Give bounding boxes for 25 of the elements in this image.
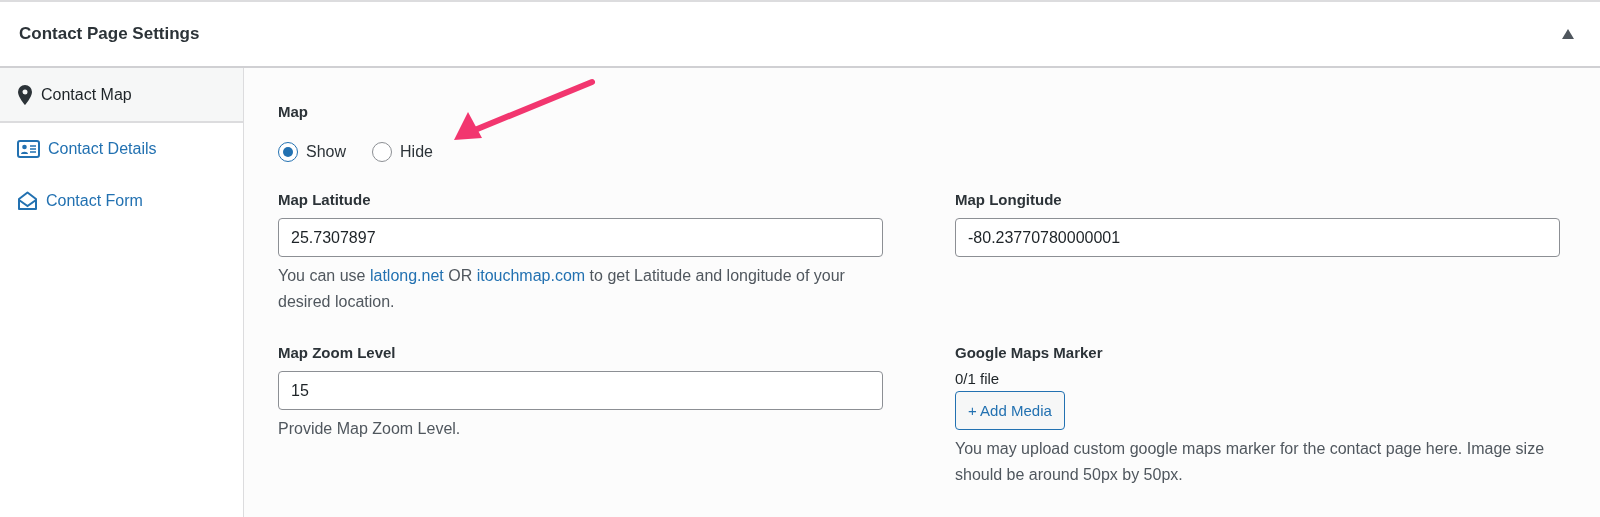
add-media-button[interactable]: + Add Media — [955, 391, 1065, 430]
panel-title: Contact Page Settings — [19, 24, 200, 44]
field-label: Map — [278, 102, 309, 122]
map-pin-icon — [17, 84, 33, 105]
field-label: Map Latitude — [278, 190, 372, 210]
link[interactable]: latlong.net — [369, 267, 444, 284]
field-label: Google Maps Marker — [955, 343, 1104, 363]
collapse-icon[interactable] — [1562, 29, 1574, 39]
sidebar-tab[interactable]: Contact Map — [0, 68, 243, 123]
help-text: You can use latlong.net OR itouchmap.com to get Latitude and longitude of your desired location. — [278, 266, 846, 312]
link[interactable]: itouchmap.com — [476, 267, 586, 284]
radio-option[interactable]: Show — [278, 142, 347, 162]
radio-button[interactable] — [278, 142, 298, 162]
file-count: 0/1 file — [955, 370, 1001, 388]
help-text: Provide Map Zoom Level. — [278, 419, 462, 439]
input-field[interactable]: 15 — [278, 371, 883, 410]
id-card-icon — [17, 140, 40, 158]
radio-option[interactable]: Hide — [372, 142, 433, 162]
radio-button[interactable] — [372, 142, 393, 162]
help-text: You may upload custom google maps marker for the contact page here. Image size should be around 50px by 50px. — [955, 439, 1546, 485]
input-field[interactable]: 25.7307897 — [278, 218, 883, 257]
field-label: Map Zoom Level — [278, 343, 397, 363]
envelope-icon — [17, 191, 38, 211]
field-label: Map Longitude — [955, 190, 1063, 210]
input-field[interactable]: -80.23770780000001 — [955, 218, 1560, 257]
